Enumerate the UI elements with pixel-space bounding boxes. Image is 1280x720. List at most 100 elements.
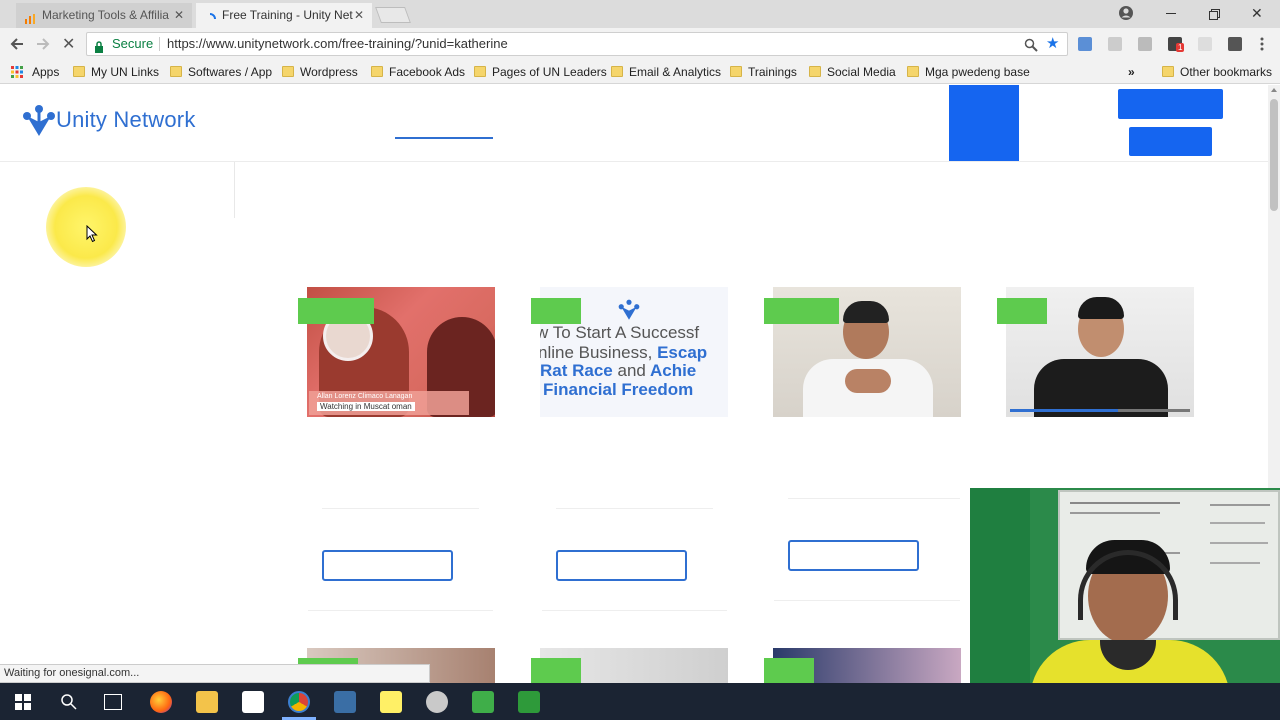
- sidebar-divider: [234, 162, 235, 218]
- folder-icon: [282, 66, 294, 77]
- bookmark-star-icon[interactable]: ★: [1046, 33, 1059, 55]
- tab-label: Marketing Tools & Affilia: [42, 8, 169, 22]
- close-tab-icon[interactable]: ✕: [354, 3, 364, 27]
- watch-button[interactable]: [556, 550, 687, 581]
- zoom-icon[interactable]: [1024, 37, 1038, 52]
- chrome-icon[interactable]: [288, 691, 310, 713]
- close-tab-icon[interactable]: ✕: [174, 3, 184, 27]
- unity-logo-icon: [22, 104, 56, 138]
- bookmark-folder[interactable]: Social Media: [809, 64, 896, 80]
- forward-icon[interactable]: [35, 36, 51, 52]
- bookmark-apps[interactable]: Apps: [11, 64, 59, 80]
- sticky-notes-icon[interactable]: [380, 691, 402, 713]
- scroll-up-arrow-icon[interactable]: [1271, 88, 1277, 92]
- stop-loading-icon[interactable]: ✕: [62, 34, 75, 54]
- thumb-line: Rat Race and Achie: [540, 361, 697, 380]
- firefox-icon[interactable]: [150, 691, 172, 713]
- excel-like-icon[interactable]: [334, 691, 356, 713]
- loading-spinner-icon: [204, 9, 216, 21]
- camtasia-recorder-icon[interactable]: [518, 691, 540, 713]
- other-bookmarks[interactable]: Other bookmarks: [1162, 64, 1272, 80]
- folder-icon: [474, 66, 486, 77]
- card-divider: [308, 610, 493, 611]
- file-explorer-icon[interactable]: [196, 691, 218, 713]
- nav-blue-block[interactable]: [949, 85, 1019, 161]
- tab-marketing-tools[interactable]: Marketing Tools & Affilia ✕: [16, 3, 192, 28]
- watch-button[interactable]: [322, 550, 453, 581]
- secure-label: Secure: [112, 36, 154, 51]
- more-bookmarks-button[interactable]: »: [1128, 64, 1135, 80]
- person-hair: [1078, 297, 1124, 319]
- header-secondary-button[interactable]: [1129, 127, 1212, 156]
- bookmark-folder[interactable]: Trainings: [730, 64, 797, 80]
- back-icon[interactable]: [9, 36, 25, 52]
- unity-logo-icon: [618, 299, 640, 321]
- extension-code-icon[interactable]: [1138, 37, 1152, 51]
- folder-icon: [809, 66, 821, 77]
- header-primary-button[interactable]: [1118, 89, 1223, 119]
- whiteboard-scribbles: [1070, 512, 1160, 514]
- thumbnail-badge: [298, 298, 374, 324]
- video-progress-fill: [1010, 409, 1118, 412]
- card-divider: [556, 508, 713, 509]
- bookmark-folder[interactable]: Wordpress: [282, 64, 358, 80]
- video-progress-bar[interactable]: [1010, 409, 1190, 412]
- browser-tab-bar: Marketing Tools & Affilia ✕ Free Trainin…: [0, 0, 1280, 28]
- extension-pdf-icon[interactable]: [1108, 37, 1122, 51]
- extension-download-icon[interactable]: [1228, 37, 1242, 51]
- secure-lock-icon: [94, 38, 104, 53]
- minimize-icon[interactable]: [1166, 13, 1176, 14]
- thumb-line: nline Business, Escap: [540, 343, 708, 362]
- thumbnail-badge: [997, 298, 1047, 324]
- tab-free-training[interactable]: Free Training - Unity Net ✕: [196, 3, 372, 28]
- tab-label: Free Training - Unity Net: [222, 8, 353, 22]
- bookmark-folder[interactable]: Softwares / App: [170, 64, 272, 80]
- card-divider: [322, 508, 479, 509]
- caption-sub: Watching in Muscat oman: [317, 402, 415, 411]
- profile-icon[interactable]: [1118, 5, 1134, 21]
- card-divider: [542, 610, 727, 611]
- browser-toolbar: ✕ Secure https://www.unitynetwork.com/fr…: [0, 28, 1280, 60]
- chrome-menu-icon[interactable]: [1260, 37, 1264, 51]
- site-header: Unity Network: [0, 85, 1268, 162]
- folder-icon: [907, 66, 919, 77]
- address-bar[interactable]: Secure https://www.unitynetwork.com/free…: [86, 32, 1068, 56]
- extension-bird-icon[interactable]: [1078, 37, 1092, 51]
- card-divider: [788, 498, 960, 499]
- bookmark-folder[interactable]: Pages of UN Leaders: [474, 64, 607, 80]
- nav-active-underline: [395, 137, 493, 139]
- extension-puzzle-icon[interactable]: [1198, 37, 1212, 51]
- folder-icon: [611, 66, 623, 77]
- folder-icon: [730, 66, 742, 77]
- bookmarks-bar: Apps My UN Links Softwares / App Wordpre…: [0, 60, 1280, 84]
- thumbnail-badge: [531, 298, 581, 324]
- watch-button[interactable]: [788, 540, 919, 571]
- thumbnail-badge: [764, 658, 814, 683]
- restore-icon[interactable]: [1209, 7, 1220, 20]
- whiteboard-scribbles: [1210, 542, 1268, 544]
- windows-taskbar: [0, 683, 1280, 720]
- dropbox-icon[interactable]: [242, 691, 264, 713]
- whiteboard-scribbles: [1070, 502, 1180, 504]
- windows-start-icon[interactable]: [15, 694, 31, 710]
- folder-icon: [371, 66, 383, 77]
- bookmark-folder[interactable]: My UN Links: [73, 64, 159, 80]
- window-close-icon[interactable]: ✕: [1251, 5, 1263, 22]
- bookmark-folder[interactable]: Facebook Ads: [371, 64, 465, 80]
- thumb-line: w To Start A Successf: [540, 323, 700, 342]
- extension-badge-icon[interactable]: 1: [1168, 37, 1185, 52]
- new-tab-button[interactable]: [375, 7, 411, 23]
- video-caption-bar: Allan Lorenz Climaco Lanagan Watching in…: [309, 391, 469, 415]
- whiteboard-scribbles: [1210, 522, 1265, 524]
- task-view-icon[interactable]: [104, 694, 122, 710]
- scrollbar-thumb[interactable]: [1270, 99, 1278, 211]
- app-gear-icon[interactable]: [426, 691, 448, 713]
- bookmark-folder[interactable]: Email & Analytics: [611, 64, 721, 80]
- camtasia-icon[interactable]: [472, 691, 494, 713]
- status-text: Waiting for onesignal.com...: [4, 667, 140, 679]
- omnibox-divider: [159, 37, 160, 51]
- search-icon[interactable]: [60, 693, 78, 711]
- url-text[interactable]: https://www.unitynetwork.com/free-traini…: [167, 33, 508, 55]
- bookmark-folder[interactable]: Mga pwedeng baseh: [907, 64, 1030, 80]
- extension-badge-count: 1: [1176, 43, 1185, 52]
